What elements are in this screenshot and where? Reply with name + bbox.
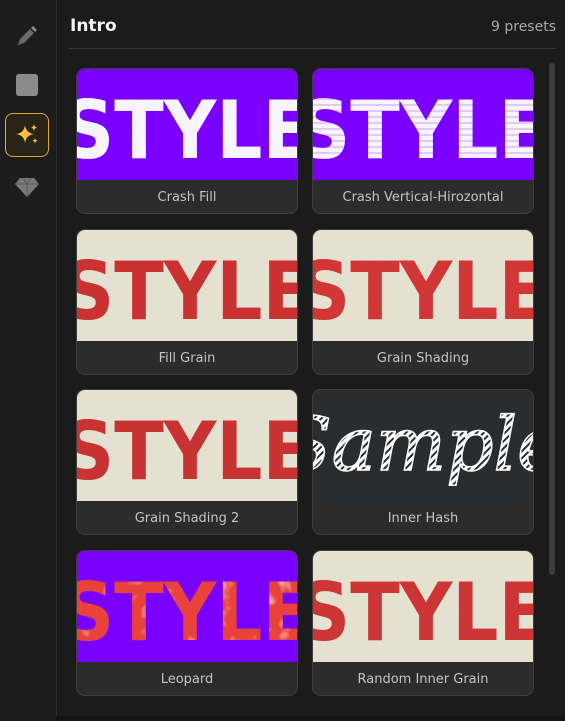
preset-thumbnail: STYLESTYLE: [77, 551, 297, 662]
eyedropper-tool-button[interactable]: [5, 14, 49, 58]
presets-panel: Intro 9 presets STYLESTYLECrash FillSTYL…: [57, 0, 565, 721]
preset-sample-texture: STYLE: [77, 566, 297, 659]
panel-header: Intro 9 presets: [69, 0, 556, 49]
preset-thumbnail: STYLESTYLE: [77, 69, 297, 180]
preset-card[interactable]: Sample Inner Hash: [312, 389, 534, 535]
preset-card[interactable]: STYLESTYLE Crash Vertical-Hirozontal: [312, 68, 534, 214]
preset-sample-texture: STYLE: [313, 566, 533, 659]
panel-title: Intro: [70, 16, 117, 36]
scrollbar-thumb[interactable]: [549, 63, 555, 575]
preset-thumbnail: Sample: [313, 390, 533, 501]
preset-thumbnail: STYLESTYLE: [77, 230, 297, 341]
preset-label: Inner Hash: [387, 510, 459, 526]
preset-thumbnail: STYLESTYLE: [313, 69, 533, 180]
sparkles-icon: [16, 124, 38, 144]
preset-label: Random Inner Grain: [357, 671, 489, 687]
eyedropper-icon: [17, 26, 37, 46]
preset-card[interactable]: STYLESTYLE Grain Shading: [312, 229, 534, 375]
square-icon: [16, 74, 38, 96]
preset-label: Grain Shading 2: [134, 510, 240, 526]
preset-label: Fill Grain: [158, 350, 216, 366]
preset-thumbnail: STYLESTYLE: [313, 551, 533, 662]
gem-tool-button[interactable]: [5, 165, 49, 209]
preset-sample-texture: STYLE: [77, 405, 297, 498]
tool-sidebar: [0, 0, 57, 721]
diamond-icon: [15, 177, 39, 197]
preset-sample-texture: STYLE: [77, 84, 297, 177]
bottom-divider: [56, 716, 565, 721]
preset-card[interactable]: STYLESTYLE Crash Fill: [76, 68, 298, 214]
shape-tool-button[interactable]: [5, 63, 49, 107]
preset-card[interactable]: STYLESTYLE Leopard: [76, 550, 298, 696]
preset-sample-text: Sample: [313, 402, 533, 488]
preset-count: 9 presets: [491, 19, 556, 35]
preset-sample-texture: STYLE: [77, 245, 297, 338]
preset-card[interactable]: STYLESTYLE Grain Shading 2: [76, 389, 298, 535]
preset-card[interactable]: STYLESTYLE Random Inner Grain: [312, 550, 534, 696]
preset-sample-texture: STYLE: [313, 84, 533, 177]
preset-label: Grain Shading: [376, 350, 470, 366]
preset-label: Crash Vertical-Hirozontal: [342, 189, 504, 205]
preset-thumbnail: STYLESTYLE: [313, 230, 533, 341]
preset-sample-texture: STYLE: [313, 245, 533, 338]
preset-thumbnail: STYLESTYLE: [77, 390, 297, 501]
preset-label: Leopard: [160, 671, 214, 687]
effects-tool-button[interactable]: [5, 113, 49, 157]
preset-card[interactable]: STYLESTYLE Fill Grain: [76, 229, 298, 375]
preset-label: Crash Fill: [157, 189, 217, 205]
